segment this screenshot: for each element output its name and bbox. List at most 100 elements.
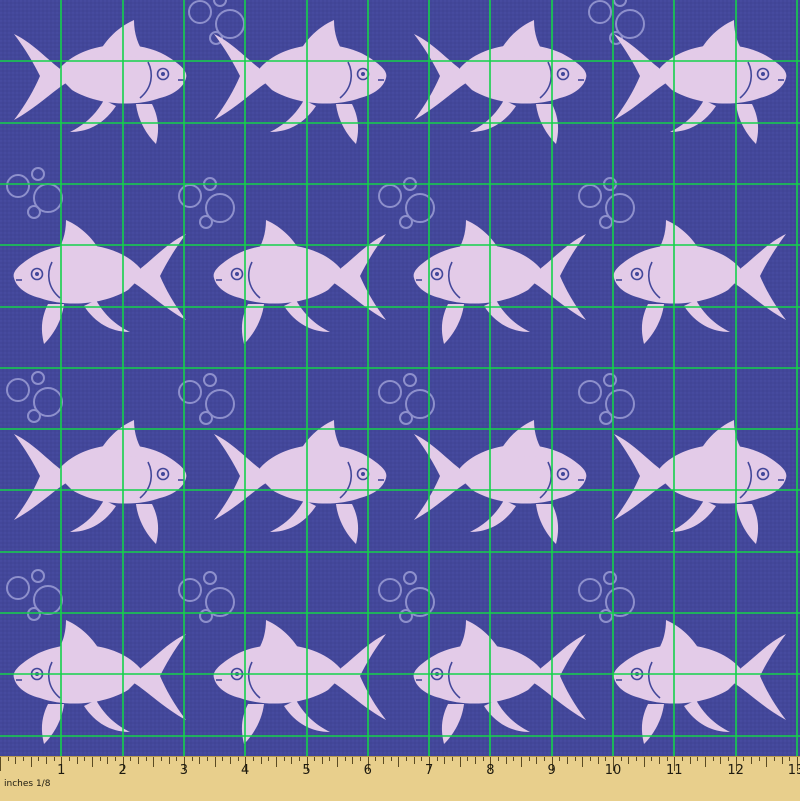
ruler-tick (421, 757, 423, 761)
ruler-number: 5 (302, 763, 311, 778)
ruler-tick (107, 757, 109, 764)
ruler-tick (559, 757, 561, 761)
ruler-number: 10 (604, 763, 622, 778)
ruler-number: 12 (727, 763, 744, 778)
ruler-tick (528, 757, 530, 761)
ruler-tick (597, 757, 599, 764)
ruler-tick (137, 757, 139, 764)
ruler-tick (406, 757, 408, 761)
ruler-tick (651, 757, 653, 761)
ruler-tick (237, 757, 239, 761)
ruler-tick (176, 757, 178, 761)
ruler-tick (206, 757, 208, 761)
ruler-number: 8 (486, 763, 495, 778)
ruler-tick (352, 757, 354, 764)
ruler-tick (704, 757, 706, 767)
ruler-tick (76, 757, 78, 764)
ruler-tick (743, 757, 745, 761)
ruler-tick (773, 757, 775, 761)
ruler-tick (191, 757, 193, 761)
ruler-tick (68, 757, 70, 761)
ruler-tick (314, 757, 316, 761)
ruler-tick (574, 757, 576, 761)
ruler-tick (750, 757, 752, 764)
ruler-tick (505, 757, 507, 764)
ruler-tick (781, 757, 783, 764)
ruler-tick (452, 757, 454, 761)
ruler-tick (413, 757, 415, 764)
ruler-tick (513, 757, 515, 761)
ruler-tick (643, 757, 645, 767)
ruler-tick (283, 757, 285, 761)
ruler-tick (605, 757, 607, 761)
ruler-tick (214, 757, 216, 767)
ruler-tick (45, 757, 47, 764)
ruler-tick (498, 757, 500, 761)
ruler-tick (544, 757, 546, 761)
ruler-tick (291, 757, 293, 764)
ruler-tick (114, 757, 116, 761)
ruler-tick (766, 757, 768, 767)
ruler-tick (30, 757, 32, 767)
ruler-tick (15, 757, 17, 764)
ruler-tick (7, 757, 9, 761)
ruler-tick (268, 757, 270, 761)
ruler-tick (666, 757, 668, 761)
ruler-number: 11 (666, 763, 683, 778)
ruler: inches 1/8 12345678910111213 (0, 756, 800, 801)
ruler-tick (467, 757, 469, 761)
ruler-tick (582, 757, 584, 767)
ruler-tick (252, 757, 254, 761)
ruler-tick (84, 757, 86, 761)
ruler-tick (375, 757, 377, 761)
ruler-tick (482, 757, 484, 761)
ruler-tick (635, 757, 637, 761)
ruler-tick (720, 757, 722, 764)
ruler-tick (337, 757, 339, 767)
ruler-tick (712, 757, 714, 761)
ruler-tick (360, 757, 362, 761)
ruler-tick (620, 757, 622, 761)
ruler-tick (145, 757, 147, 761)
ruler-number: 7 (424, 763, 434, 778)
ruler-tick (260, 757, 262, 764)
ruler-number: 2 (118, 763, 127, 778)
ruler-tick (222, 757, 224, 761)
ruler-number: 4 (241, 763, 250, 778)
ruler-tick (789, 757, 791, 761)
fabric-swatch (0, 0, 800, 756)
ruler-tick (153, 757, 155, 767)
ruler-tick (199, 757, 201, 764)
ruler-number: 6 (363, 763, 372, 778)
ruler-tick (689, 757, 691, 764)
ruler-tick (168, 757, 170, 764)
ruler-tick (344, 757, 346, 761)
ruler-tick (436, 757, 438, 761)
ruler-tick (536, 757, 538, 764)
ruler-tick (758, 757, 760, 761)
ruler-tick (681, 757, 683, 761)
ruler-tick (521, 757, 523, 767)
ruler-tick (697, 757, 699, 761)
ruler-tick (91, 757, 93, 767)
ruler-number: 13 (787, 763, 800, 778)
ruler-tick (398, 757, 400, 767)
ruler-tick (383, 757, 385, 764)
ruler-tick (658, 757, 660, 764)
ruler-tick (38, 757, 40, 761)
ruler-tick (160, 757, 162, 761)
ruler-number: 9 (547, 763, 556, 778)
ruler-tick (628, 757, 630, 764)
ruler-tick (444, 757, 446, 764)
ruler-tick (321, 757, 323, 764)
ruler-tick (298, 757, 300, 761)
ruler-tick (99, 757, 101, 761)
ruler-tick (275, 757, 277, 767)
ruler-tick (53, 757, 55, 761)
ruler-unit-label: inches 1/8 (4, 779, 51, 789)
ruler-tick (329, 757, 331, 761)
ruler-tick (727, 757, 729, 761)
ruler-tick (390, 757, 392, 761)
ruler-tick (130, 757, 132, 761)
ruler-tick (229, 757, 231, 764)
